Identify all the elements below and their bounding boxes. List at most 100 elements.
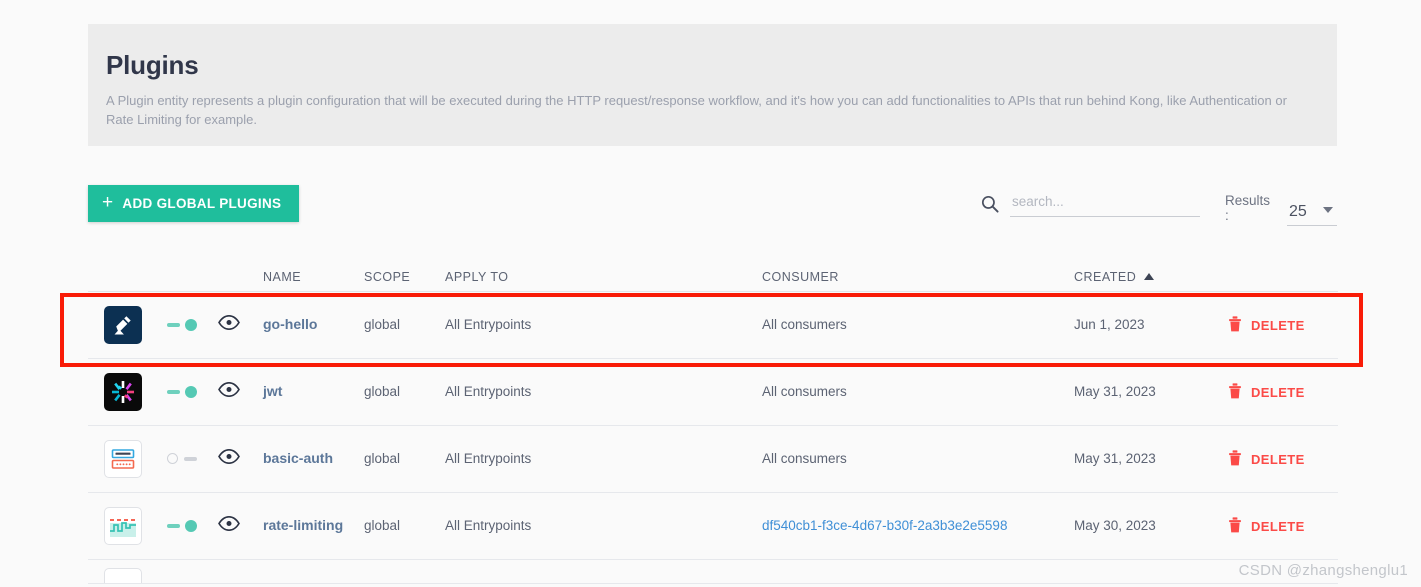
plugin-action-cell: DELETE xyxy=(1224,315,1338,335)
watermark: CSDN @zhangshenglu1 xyxy=(1238,562,1408,579)
plugin-consumer: All consumers xyxy=(762,384,847,399)
results-per-page-value: 25 xyxy=(1289,203,1307,220)
results-label: Results : xyxy=(1225,193,1271,223)
trash-icon xyxy=(1228,315,1242,335)
enable-toggle[interactable] xyxy=(167,452,197,466)
plugin-name-cell: jwt xyxy=(251,383,364,401)
eye-icon[interactable] xyxy=(217,515,240,536)
add-global-plugins-button[interactable]: + ADD GLOBAL PLUGINS xyxy=(88,185,300,222)
plugin-name-link[interactable]: jwt xyxy=(263,383,282,399)
enable-toggle[interactable] xyxy=(167,385,197,399)
plugin-icon-cell xyxy=(88,306,158,344)
plugin-icon-cell xyxy=(88,373,158,411)
page-title: Plugins xyxy=(106,50,199,80)
plugin-name-cell: rate-limiting xyxy=(251,517,364,535)
plugin-icon xyxy=(104,568,142,583)
column-header-consumer[interactable]: CONSUMER xyxy=(762,270,1074,284)
plugin-action-cell: DELETE xyxy=(1224,449,1338,469)
visibility-cell xyxy=(206,381,251,402)
table-row[interactable]: go-hello global All Entrypoints All cons… xyxy=(88,292,1338,359)
plugin-scope-cell: global xyxy=(364,316,445,334)
delete-button[interactable]: DELETE xyxy=(1228,516,1305,536)
plugin-consumer-cell: df540cb1-f3ce-4d67-b30f-2a3b3e2e5598 xyxy=(762,517,1074,535)
column-header-scope[interactable]: SCOPE xyxy=(364,270,445,284)
plugin-consumer: All consumers xyxy=(762,451,847,466)
table-row[interactable]: basic-auth global All Entrypoints All co… xyxy=(88,426,1338,493)
jwt-plugin-icon xyxy=(104,373,142,411)
eye-icon[interactable] xyxy=(217,314,240,335)
plugin-consumer-link[interactable]: df540cb1-f3ce-4d67-b30f-2a3b3e2e5598 xyxy=(762,518,1007,533)
column-header-name[interactable]: NAME xyxy=(251,270,364,284)
plugin-apply-to: All Entrypoints xyxy=(445,518,532,533)
plugin-scope: global xyxy=(364,518,401,533)
plugin-created-cell: May 30, 2023 xyxy=(1074,517,1224,535)
trash-icon xyxy=(1228,449,1242,469)
add-global-plugins-label: ADD GLOBAL PLUGINS xyxy=(122,196,282,211)
plugin-created: May 31, 2023 xyxy=(1074,384,1156,399)
go-hello-plugin-icon xyxy=(104,306,142,344)
plugin-scope-cell: global xyxy=(364,450,445,468)
search-icon xyxy=(981,195,999,213)
enable-toggle[interactable] xyxy=(167,318,197,332)
visibility-cell xyxy=(206,314,251,335)
enabled-toggle-cell xyxy=(158,318,206,332)
table-row[interactable] xyxy=(88,560,1338,584)
plugin-name-link[interactable]: go-hello xyxy=(263,316,317,332)
eye-icon[interactable] xyxy=(217,448,240,469)
enabled-toggle-cell xyxy=(158,519,206,533)
column-header-apply-to[interactable]: APPLY TO xyxy=(445,270,762,284)
plugin-apply-to-cell: All Entrypoints xyxy=(445,517,762,535)
plugin-name-link[interactable]: rate-limiting xyxy=(263,517,343,533)
plugin-consumer: All consumers xyxy=(762,317,847,332)
delete-button[interactable]: DELETE xyxy=(1228,449,1305,469)
plugin-scope-cell: global xyxy=(364,517,445,535)
plugin-apply-to-cell: All Entrypoints xyxy=(445,383,762,401)
plugin-name-link[interactable]: basic-auth xyxy=(263,450,333,466)
plugin-name-cell: basic-auth xyxy=(251,450,364,468)
results-per-page-select[interactable]: 25 xyxy=(1287,203,1337,226)
plugin-scope-cell: global xyxy=(364,383,445,401)
plugin-icon-cell xyxy=(88,568,158,583)
toggle-track xyxy=(167,323,180,327)
table-row[interactable]: jwt global All Entrypoints All consumers… xyxy=(88,359,1338,426)
plugin-name-cell: go-hello xyxy=(251,316,364,334)
visibility-cell xyxy=(206,448,251,469)
toggle-track xyxy=(167,524,180,528)
plugin-scope: global xyxy=(364,317,401,332)
delete-button[interactable]: DELETE xyxy=(1228,315,1305,335)
plugin-consumer-cell: All consumers xyxy=(762,383,1074,401)
trash-icon xyxy=(1228,516,1242,536)
plugin-consumer-cell: All consumers xyxy=(762,450,1074,468)
column-header-created-label: CREATED xyxy=(1074,269,1137,284)
plugin-apply-to-cell: All Entrypoints xyxy=(445,450,762,468)
table-header-row: NAME SCOPE APPLY TO CONSUMER CREATED xyxy=(88,262,1338,292)
eye-icon[interactable] xyxy=(217,381,240,402)
search-area xyxy=(981,191,1200,217)
page-header-banner: Plugins A Plugin entity represents a plu… xyxy=(88,24,1337,146)
plugin-icon-cell xyxy=(88,507,158,545)
plugin-created: Jun 1, 2023 xyxy=(1074,317,1145,332)
column-header-created[interactable]: CREATED xyxy=(1074,270,1224,284)
plugins-page: Plugins A Plugin entity represents a plu… xyxy=(0,0,1421,587)
rate-limiting-plugin-icon xyxy=(104,507,142,545)
delete-label: DELETE xyxy=(1251,384,1305,400)
plugin-created-cell: May 31, 2023 xyxy=(1074,450,1224,468)
plugin-scope: global xyxy=(364,451,401,466)
toggle-knob xyxy=(185,386,197,398)
plus-icon: + xyxy=(102,192,114,213)
delete-label: DELETE xyxy=(1251,317,1305,333)
plugin-created: May 30, 2023 xyxy=(1074,518,1156,533)
plugin-apply-to-cell: All Entrypoints xyxy=(445,316,762,334)
toggle-track xyxy=(167,390,180,394)
toolbar: + ADD GLOBAL PLUGINS Results : 25 xyxy=(88,185,1337,226)
delete-label: DELETE xyxy=(1251,451,1305,467)
trash-icon xyxy=(1228,382,1242,402)
search-input[interactable] xyxy=(1010,191,1200,217)
plugin-created-cell: May 31, 2023 xyxy=(1074,383,1224,401)
plugin-scope: global xyxy=(364,384,401,399)
enable-toggle[interactable] xyxy=(167,519,197,533)
delete-button[interactable]: DELETE xyxy=(1228,382,1305,402)
table-row[interactable]: rate-limiting global All Entrypoints df5… xyxy=(88,493,1338,560)
results-per-page-area: Results : 25 xyxy=(1225,193,1337,226)
toggle-knob xyxy=(185,520,197,532)
